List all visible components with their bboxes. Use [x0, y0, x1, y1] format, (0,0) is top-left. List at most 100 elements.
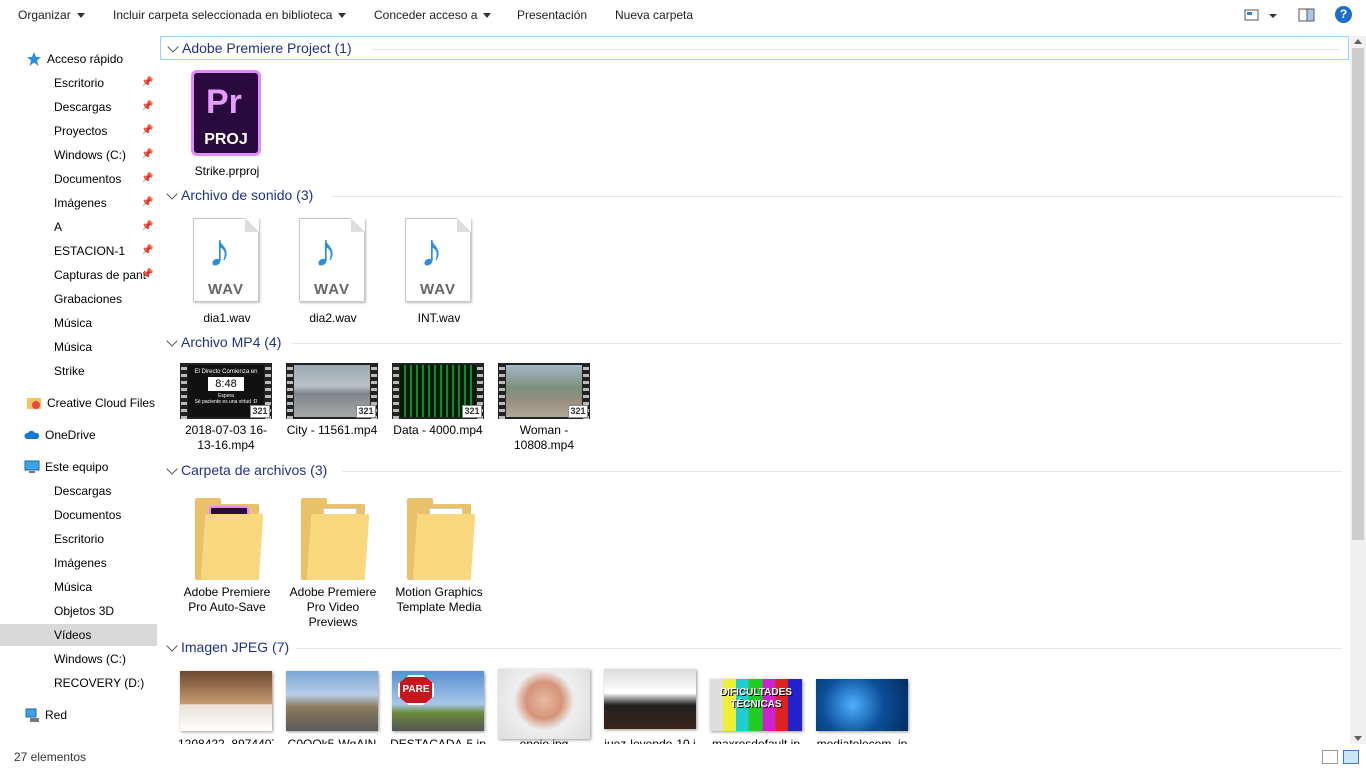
nav-item-documentos[interactable]: Documentos 📌	[0, 168, 157, 190]
document-icon	[33, 123, 49, 139]
pictures-icon	[33, 555, 49, 571]
details-view-button[interactable]	[1322, 750, 1338, 764]
chevron-down-icon	[166, 640, 178, 652]
nav-item-música[interactable]: Música	[0, 312, 157, 334]
nav-network[interactable]: Red	[0, 704, 157, 726]
file-item[interactable]: 1208422_8974407	[178, 669, 274, 744]
file-item[interactable]: PARE DESTACADA-5.jp	[390, 669, 486, 744]
nav-onedrive[interactable]: OneDrive	[0, 424, 157, 446]
nav-item-windows-c-[interactable]: Windows (C:) 📌	[0, 144, 157, 166]
include-library-button[interactable]: Incluir carpeta seleccionada en bibliote…	[113, 7, 347, 23]
nav-this-pc[interactable]: Este equipo	[0, 456, 157, 478]
nav-item-pc-imágenes[interactable]: Imágenes	[0, 552, 157, 574]
group-header-jpeg[interactable]: Imagen JPEG (7)	[160, 636, 1350, 660]
file-name: juez-leyendo-10.j	[604, 737, 696, 744]
group-divider	[292, 343, 1342, 344]
scroll-down-arrow-icon[interactable]	[1354, 736, 1362, 741]
nav-item-pc-descargas[interactable]: Descargas	[0, 480, 157, 502]
file-name: 1208422_8974407	[178, 737, 274, 744]
nav-creative-cloud[interactable]: Creative Cloud Files	[0, 392, 157, 414]
folder-item[interactable]: Motion Graphics Template Media	[391, 498, 487, 628]
share-button[interactable]: Conceder acceso a	[374, 7, 492, 23]
file-name: INT.wav	[417, 311, 461, 325]
folder-icon	[301, 498, 370, 580]
film-strip	[393, 363, 399, 419]
file-item[interactable]: DIFICULTADES TÉCNICAS maxresdefault.jp	[708, 669, 804, 744]
nav-item-descargas[interactable]: Descargas 📌	[0, 96, 157, 118]
drive-icon	[33, 147, 49, 163]
computer-icon	[24, 460, 40, 473]
command-bar: Organizar Incluir carpeta seleccionada e…	[0, 0, 1366, 30]
preview-pane-button[interactable]	[1298, 6, 1316, 27]
large-icons-view-button[interactable]	[1343, 750, 1359, 764]
folder-icon	[33, 267, 49, 283]
nav-quick-access[interactable]: Acceso rápido	[0, 48, 157, 70]
group-header-premiere[interactable]: Adobe Premiere Project (1)	[160, 36, 1349, 60]
nav-item-capturas-de-pant[interactable]: Capturas de pant 📌	[0, 264, 157, 286]
nav-item-label: ESTACION-1	[54, 244, 126, 258]
nav-item-imágenes[interactable]: Imágenes 📌	[0, 192, 157, 214]
nav-item-grabaciones[interactable]: Grabaciones	[0, 288, 157, 310]
file-name: DESTACADA-5.jp	[390, 737, 486, 744]
change-view-button[interactable]	[1244, 6, 1278, 27]
item-count: 27 elementos	[14, 750, 87, 764]
slideshow-button[interactable]: Presentación	[517, 7, 587, 23]
group-header-sound[interactable]: Archivo de sonido (3)	[160, 184, 1350, 208]
vertical-scrollbar[interactable]	[1350, 36, 1366, 744]
audio-file-icon: ♪ WAV	[405, 218, 471, 302]
media-player-badge-icon: 321	[250, 405, 270, 418]
help-button[interactable]: ?	[1335, 6, 1352, 23]
folder-name: Adobe Premiere Pro Auto-Save	[183, 585, 271, 614]
video-thumbnail: 321	[498, 363, 590, 419]
nav-item-música[interactable]: Música	[0, 336, 157, 358]
image-thumbnail: PARE	[392, 671, 484, 731]
nav-item-label: Música	[54, 316, 93, 330]
nav-item-estacion-1[interactable]: ESTACION-1 📌	[0, 240, 157, 262]
nav-item-a[interactable]: A 📌	[0, 216, 157, 238]
nav-item-escritorio[interactable]: Escritorio 📌	[0, 72, 157, 94]
music-note-icon: ♪	[420, 224, 443, 276]
file-item[interactable]: ♪ WAV dia1.wav	[179, 218, 275, 328]
file-item[interactable]: ♪ WAV dia2.wav	[285, 218, 381, 328]
nav-item-pc-escritorio[interactable]: Escritorio	[0, 528, 157, 550]
pin-icon: 📌	[141, 125, 154, 136]
file-item[interactable]: 321 Data - 4000.mp4	[390, 363, 486, 455]
nav-item-pc-vídeos[interactable]: Vídeos	[0, 624, 157, 646]
file-type-label: WAV	[207, 281, 245, 298]
nav-item-label: Imágenes	[54, 196, 107, 210]
file-item[interactable]: juez-leyendo-10.j	[602, 669, 698, 744]
file-item[interactable]: ♪ WAV INT.wav	[391, 218, 487, 328]
file-item[interactable]: C0OOk5-WgAIN	[284, 669, 380, 744]
folder-item[interactable]: PrPROJ Adobe Premiere Pro Auto-Save	[179, 498, 275, 628]
organize-button[interactable]: Organizar	[18, 7, 85, 23]
folder-icon	[33, 339, 49, 355]
film-strip	[499, 363, 505, 419]
nav-item-pc-objetos-3d[interactable]: Objetos 3D	[0, 600, 157, 622]
file-item[interactable]: 321 City - 11561.mp4	[284, 363, 380, 455]
scroll-up-arrow-icon[interactable]	[1354, 39, 1362, 44]
nav-item-pc-recovery-d-[interactable]: RECOVERY (D:)	[0, 672, 157, 694]
image-thumbnail	[816, 679, 908, 731]
nav-item-pc-windows-c-[interactable]: Windows (C:)	[0, 648, 157, 670]
thumb-caption: El Directo Comienza en	[194, 369, 258, 375]
file-item[interactable]: mediatelecom..jp	[814, 669, 910, 744]
file-item[interactable]: enojo.jpg	[496, 669, 592, 744]
cube-icon	[33, 603, 49, 619]
file-item[interactable]: El Directo Comienza en 8:48 Espera Sé pacie…	[178, 363, 274, 455]
nav-item-proyectos[interactable]: Proyectos 📌	[0, 120, 157, 142]
nav-item-pc-música[interactable]: Música	[0, 576, 157, 598]
nav-item-strike[interactable]: Strike	[0, 360, 157, 382]
nav-item-label: Música	[54, 580, 93, 594]
nav-item-pc-documentos[interactable]: Documentos	[0, 504, 157, 526]
scrollbar-thumb[interactable]	[1352, 48, 1364, 540]
star-icon	[27, 52, 41, 66]
pin-icon: 📌	[141, 197, 154, 208]
group-header-mp4[interactable]: Archivo MP4 (4)	[160, 331, 1350, 355]
group-header-folders[interactable]: Carpeta de archivos (3)	[160, 459, 1350, 483]
folder-item[interactable]: Adobe Premiere Pro Video Previews	[285, 498, 381, 629]
file-item[interactable]: 321 Woman - 10808.mp4	[496, 363, 592, 455]
new-folder-button[interactable]: Nueva carpeta	[615, 7, 693, 23]
chevron-down-icon	[166, 335, 178, 347]
pin-icon: 📌	[141, 269, 154, 280]
folder-front	[306, 514, 370, 580]
